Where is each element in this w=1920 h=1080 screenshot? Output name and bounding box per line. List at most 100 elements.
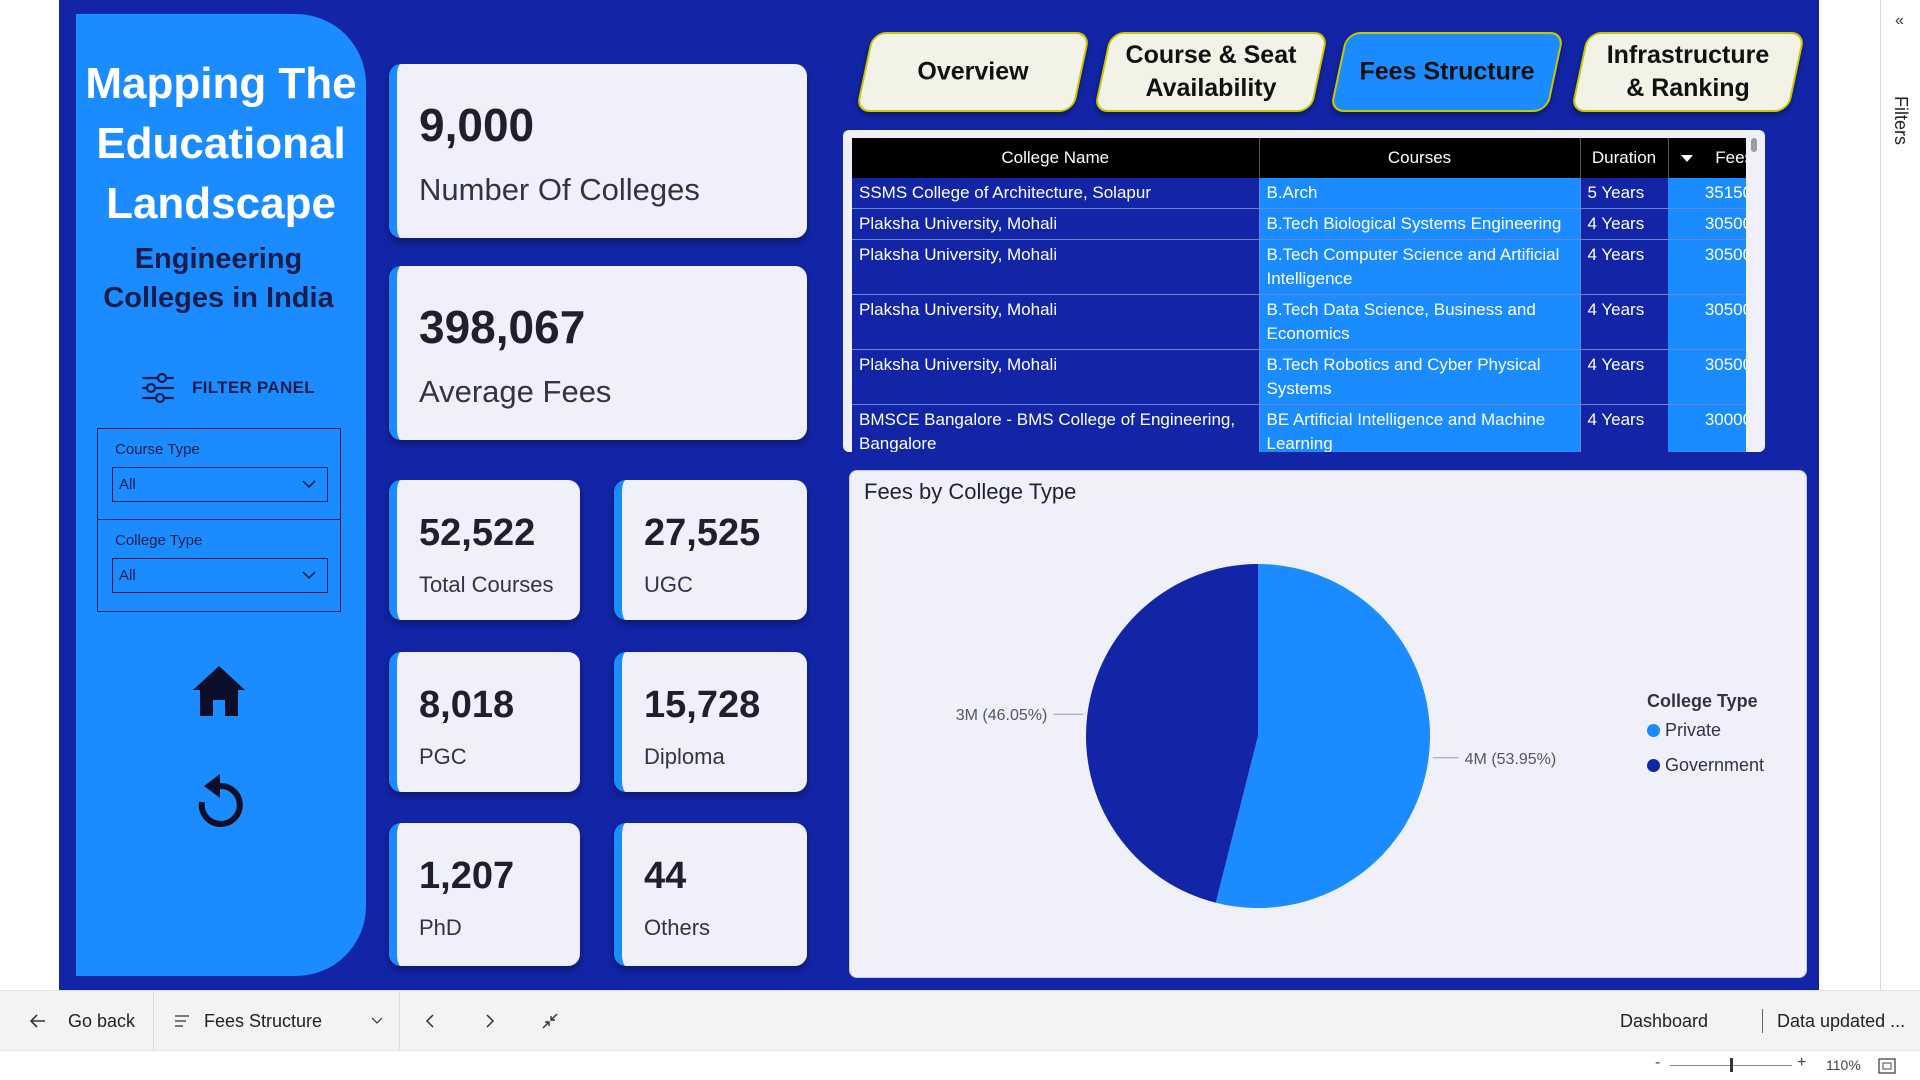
header-duration[interactable]: Duration xyxy=(1580,138,1669,178)
header-fees[interactable]: Fees xyxy=(1668,138,1746,178)
exit-fullscreen-button[interactable] xyxy=(541,991,559,1051)
table-row[interactable]: Plaksha University, Mohali B.Tech Robotic… xyxy=(852,349,1746,405)
kpi-number-of-colleges: 9,000 Number Of Colleges xyxy=(389,64,807,238)
collapse-filters-icon[interactable]: « xyxy=(1895,12,1904,30)
previous-page-button[interactable] xyxy=(422,991,438,1051)
dashboard-label: Dashboard xyxy=(1620,1010,1709,1031)
zoom-level: 110% xyxy=(1826,1057,1861,1073)
fees-table: College Name Courses Duration Fees SSMS … xyxy=(852,138,1746,452)
table-header-row: College Name Courses Duration Fees xyxy=(852,138,1746,178)
legend-label: Government xyxy=(1665,755,1765,775)
kpi-value: 15,728 xyxy=(644,684,761,726)
table-row[interactable]: BMSCE Bangalore - BMS College of Enginee… xyxy=(852,404,1746,452)
dropdown-value: All xyxy=(119,567,136,584)
sliders-icon xyxy=(141,372,175,404)
kpi-value: 52,522 xyxy=(419,512,536,554)
kpi-value: 44 xyxy=(644,855,687,897)
course-type-dropdown[interactable]: All xyxy=(112,467,328,502)
tab-label: Infrastructure & Ranking xyxy=(1606,41,1770,102)
table-row[interactable]: Plaksha University, Mohali B.Tech Compute… xyxy=(852,239,1746,295)
tab-infrastructure-ranking[interactable]: Infrastructure & Ranking xyxy=(1570,32,1806,112)
filter-panel-label: FILTER PANEL xyxy=(192,378,315,397)
tab-fees-structure[interactable]: Fees Structure xyxy=(1329,32,1565,112)
kpi-label: Average Fees xyxy=(419,374,612,409)
page-select-dropdown[interactable]: Fees Structure xyxy=(174,991,384,1051)
page-select-label: Fees Structure xyxy=(204,1010,323,1031)
kpi-value: 398,067 xyxy=(419,301,586,353)
kpi-ugc: 27,525 UGC xyxy=(614,480,807,620)
college-type-slicer: College Type All xyxy=(98,520,340,611)
legend-dot xyxy=(1647,759,1660,772)
chevron-down-icon xyxy=(302,480,316,489)
cell-college-name: BMSCE Bangalore - BMS College of Enginee… xyxy=(852,404,1259,452)
legend-dot xyxy=(1647,724,1660,737)
divider xyxy=(399,991,400,1051)
kpi-label: Total Courses xyxy=(419,572,554,597)
kpi-label: UGC xyxy=(644,572,693,597)
go-back-button[interactable]: Go back xyxy=(28,991,135,1051)
data-updated-label: Data updated ... xyxy=(1777,1010,1906,1031)
tab-course-seat-availability[interactable]: Course & Seat Availability xyxy=(1093,32,1329,112)
table-row[interactable]: Plaksha University, Mohali B.Tech Biologi… xyxy=(852,208,1746,240)
kpi-label: PGC xyxy=(419,744,467,769)
kpi-total-courses: 52,522 Total Courses xyxy=(389,480,580,620)
dashboard-link[interactable]: Dashboard xyxy=(1620,991,1708,1051)
filter-box: Course Type All College Type All xyxy=(97,428,341,612)
go-back-label: Go back xyxy=(68,1010,136,1031)
college-type-dropdown[interactable]: All xyxy=(112,558,328,593)
report-canvas: Mapping The Educational Landscape Engine… xyxy=(59,0,1819,990)
cell-duration: 4 Years xyxy=(1579,349,1668,405)
filters-pane-label[interactable]: Filters xyxy=(1890,96,1911,145)
bottom-nav-bar: Go back Fees Structure Dashboard Data up… xyxy=(0,990,1920,1051)
cell-fees: 3515000 xyxy=(1668,178,1746,209)
cell-course: BE Artificial Intelligence and Machine L… xyxy=(1258,404,1580,452)
zoom-slider[interactable] xyxy=(1670,1058,1792,1072)
legend-item-private[interactable]: Private xyxy=(1647,720,1721,741)
cell-fees: 3050000 xyxy=(1668,239,1746,295)
kpi-value: 8,018 xyxy=(419,684,515,726)
kpi-value: 1,207 xyxy=(419,855,515,897)
filter-panel-header: FILTER PANEL xyxy=(140,368,315,408)
chevron-right-icon xyxy=(486,1014,495,1028)
cell-course: B.Tech Data Science, Business and Econom… xyxy=(1258,294,1580,350)
zoom-out-icon[interactable]: - xyxy=(1655,1054,1660,1072)
tab-overview[interactable]: Overview xyxy=(855,32,1091,112)
next-page-button[interactable] xyxy=(482,991,498,1051)
legend-item-government[interactable]: Government xyxy=(1647,755,1764,776)
table-row[interactable]: SSMS College of Architecture, Solapur B.A… xyxy=(852,178,1746,209)
cell-duration: 4 Years xyxy=(1579,239,1668,295)
cell-fees: 3050000 xyxy=(1668,208,1746,240)
chevron-down-icon xyxy=(302,571,316,580)
arrow-left-icon xyxy=(29,1014,45,1028)
tab-label: Overview xyxy=(917,57,1029,86)
divider xyxy=(153,991,154,1051)
kpi-label: Diploma xyxy=(644,744,725,769)
kpi-value: 9,000 xyxy=(419,99,535,151)
pages-list-icon xyxy=(175,1015,189,1027)
course-type-slicer: Course Type All xyxy=(98,429,340,520)
home-icon[interactable] xyxy=(191,664,247,718)
header-college-name[interactable]: College Name xyxy=(852,138,1260,178)
kpi-average-fees: 398,067 Average Fees xyxy=(389,266,807,440)
sort-desc-icon xyxy=(1680,155,1693,163)
fees-by-college-type-chart: Fees by College Type 4M (53.95%) 3M (46.0… xyxy=(849,470,1807,978)
cell-college-name: Plaksha University, Mohali xyxy=(852,349,1259,405)
kpi-label: PhD xyxy=(419,915,462,940)
collapse-arrows-icon xyxy=(542,1013,558,1029)
zoom-slider-thumb[interactable] xyxy=(1730,1058,1733,1072)
kpi-pgc: 8,018 PGC xyxy=(389,652,580,792)
kpi-phd: 1,207 PhD xyxy=(389,823,580,966)
table-row[interactable]: Plaksha University, Mohali B.Tech Data Sc… xyxy=(852,294,1746,350)
kpi-label: Number Of Colleges xyxy=(419,172,700,207)
scrollbar-thumb[interactable] xyxy=(1751,138,1757,152)
pie-data-label: 3M (46.05%) xyxy=(956,707,1048,724)
report-title: Mapping The Educational Landscape xyxy=(85,59,357,228)
cell-course: B.Arch xyxy=(1258,178,1580,209)
header-courses[interactable]: Courses xyxy=(1259,138,1581,178)
reset-icon[interactable] xyxy=(194,772,246,832)
slicer-title: College Type xyxy=(115,532,203,549)
zoom-in-icon[interactable]: + xyxy=(1797,1054,1806,1072)
fit-to-page-icon[interactable] xyxy=(1878,1058,1896,1074)
cell-college-name: Plaksha University, Mohali xyxy=(852,239,1259,295)
table-scrollbar[interactable] xyxy=(1751,138,1757,448)
